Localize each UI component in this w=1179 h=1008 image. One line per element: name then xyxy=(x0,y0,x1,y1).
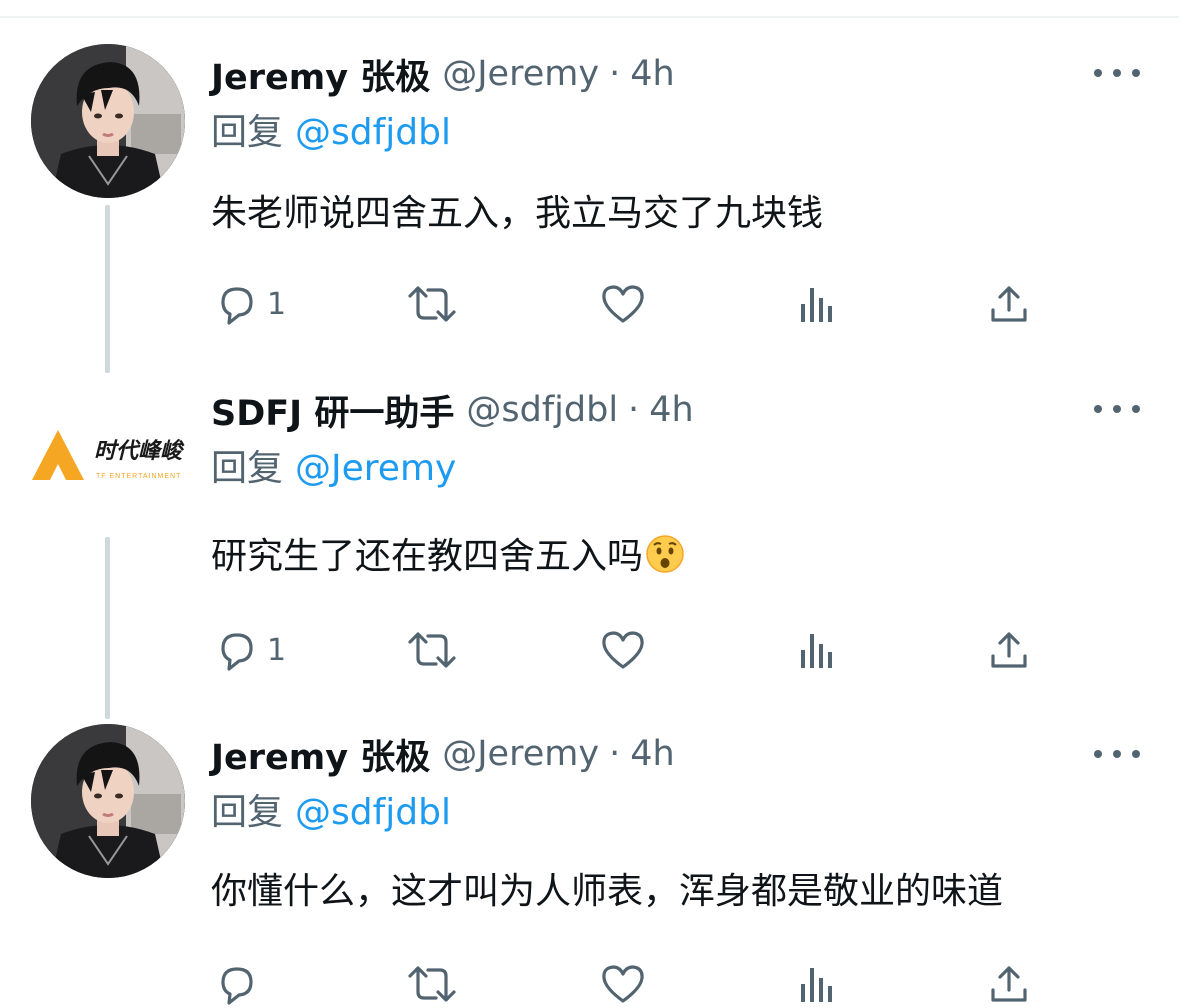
reply-button[interactable] xyxy=(215,960,267,1008)
like-button[interactable] xyxy=(599,960,647,1008)
author-name[interactable]: Jeremy 张极 xyxy=(211,729,430,780)
share-button[interactable] xyxy=(987,960,1031,1008)
retweet-button[interactable] xyxy=(406,960,458,1008)
reply-icon xyxy=(221,967,253,1005)
like-icon xyxy=(602,965,644,1003)
share-icon xyxy=(991,966,1027,1002)
tweet-header: Jeremy 张极 @Jeremy · 4h xyxy=(211,726,675,782)
author-handle[interactable]: @Jeremy xyxy=(442,734,599,774)
avatar[interactable] xyxy=(31,724,185,878)
views-icon xyxy=(801,968,832,1002)
retweet-icon xyxy=(408,966,456,1002)
timestamp[interactable]: 4h xyxy=(630,734,674,774)
action-bar xyxy=(211,960,1051,1008)
tweet-text: 你懂什么，这才叫为人师表，浑身都是敬业的味道 xyxy=(211,871,1004,912)
reply-to: 回复 @sdfjdbl xyxy=(211,787,451,839)
more-icon[interactable] xyxy=(1094,742,1140,766)
avatar-photo xyxy=(31,724,185,878)
reply-handle-link[interactable]: @sdfjdbl xyxy=(295,792,451,833)
separator-dot: · xyxy=(609,734,621,774)
tweet[interactable]: Jeremy 张极 @Jeremy · 4h 回复 @sdfjdbl 你懂什么，这… xyxy=(0,0,1179,1008)
views-button[interactable] xyxy=(797,960,837,1008)
reply-label: 回复 xyxy=(211,792,284,833)
